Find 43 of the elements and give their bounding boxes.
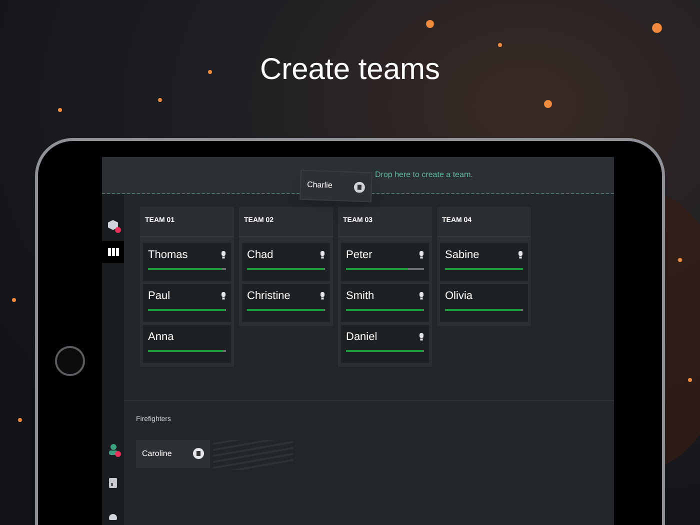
member-card[interactable]: Olivia	[440, 284, 528, 322]
spark	[652, 23, 662, 33]
document-icon	[109, 478, 117, 488]
member-name: Paul	[148, 288, 170, 304]
firefighter-card[interactable]: Caroline	[136, 440, 210, 468]
member-name: Daniel	[346, 330, 378, 345]
spark	[12, 298, 16, 302]
member-card[interactable]: Anna	[143, 325, 231, 363]
spark	[18, 418, 22, 422]
member-name: Smith	[346, 288, 374, 304]
member-name: Thomas	[148, 248, 188, 263]
spark	[498, 43, 502, 47]
columns-icon	[108, 248, 118, 256]
spark	[208, 70, 212, 74]
spark	[58, 108, 62, 112]
member-card[interactable]: Smith	[341, 284, 429, 322]
member-card[interactable]: Peter	[341, 243, 429, 281]
lock-icon	[354, 181, 366, 192]
drop-hint: Drop here to create a team.	[375, 169, 473, 181]
spark	[688, 378, 692, 382]
sidebar-item[interactable]	[102, 241, 124, 263]
member-name: Olivia	[445, 288, 473, 304]
member-name: Sabine	[445, 248, 480, 263]
lock-icon	[193, 448, 204, 459]
member-card[interactable]: Chad	[242, 243, 330, 281]
member-card[interactable]: Christine	[242, 284, 330, 322]
member-card[interactable]: Daniel	[341, 325, 429, 363]
home-button[interactable]	[55, 346, 85, 376]
spark	[678, 258, 682, 262]
member-card[interactable]: Thomas	[143, 243, 231, 281]
spark	[158, 98, 162, 102]
dragged-card[interactable]: Charlie	[300, 170, 372, 202]
member-name: Peter	[346, 248, 372, 263]
headline: Create teams	[260, 52, 440, 88]
member-name: Anna	[148, 330, 174, 345]
member-card[interactable]: Sabine	[440, 243, 528, 281]
spark	[544, 100, 552, 108]
cube-icon	[108, 220, 118, 230]
person-icon	[108, 444, 118, 454]
member-name: Chad	[247, 248, 274, 263]
member-name: Christine	[247, 288, 290, 304]
member-card[interactable]: Paul	[143, 284, 231, 322]
spark	[426, 20, 434, 28]
